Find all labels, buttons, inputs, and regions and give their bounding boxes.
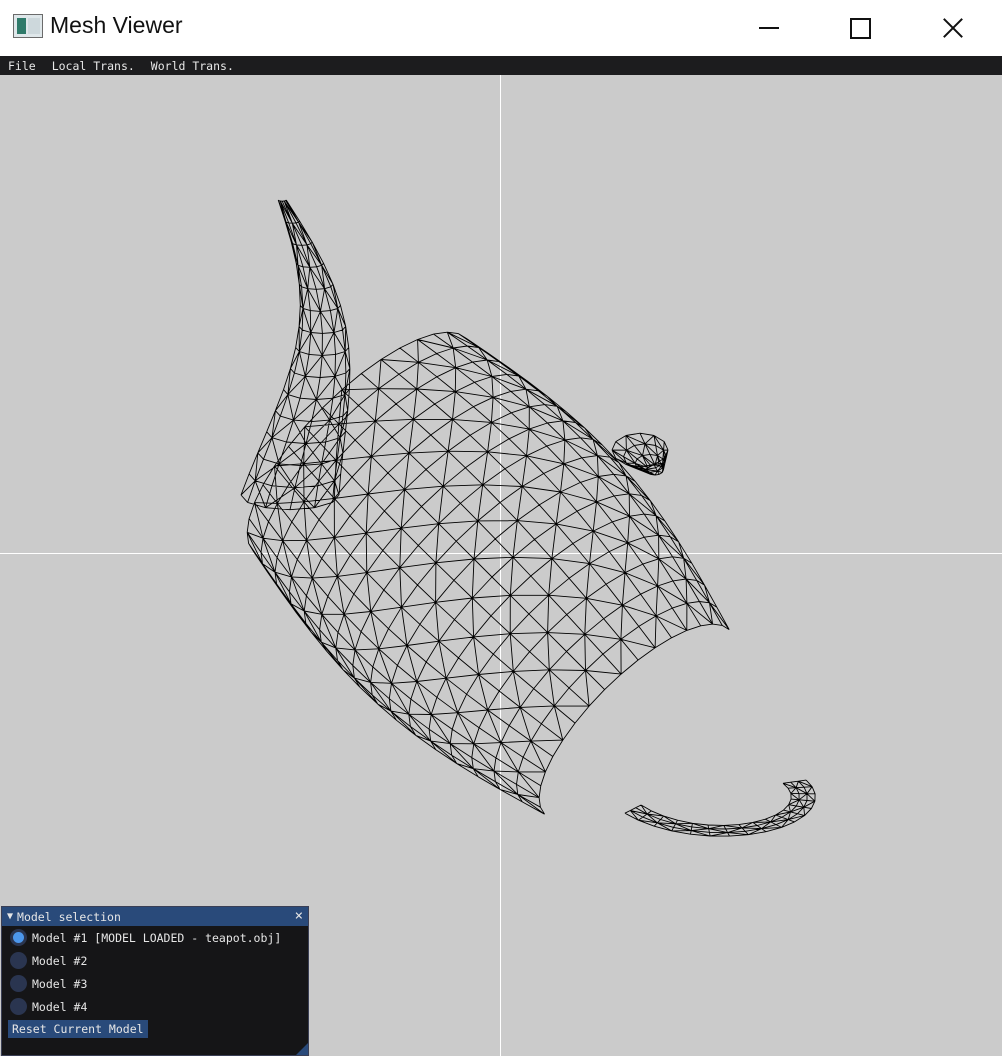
resize-grip-icon[interactable]: [296, 1043, 308, 1055]
title-bar: Mesh Viewer: [0, 0, 1002, 56]
minimize-button[interactable]: [723, 0, 815, 56]
close-button[interactable]: [907, 0, 999, 56]
app-icon-pane: [28, 18, 40, 34]
app-window-icon: [13, 14, 43, 38]
model-option-label: Model #1 [MODEL LOADED - teapot.obj]: [32, 930, 282, 945]
minimize-icon: [759, 27, 779, 29]
window-title: Mesh Viewer: [50, 12, 183, 38]
radio-selected-icon[interactable]: [10, 929, 27, 946]
radio-unselected-icon[interactable]: [10, 975, 27, 992]
model-option-3[interactable]: Model #3: [10, 972, 308, 995]
collapse-triangle-icon[interactable]: ▼: [7, 911, 13, 922]
model-option-2[interactable]: Model #2: [10, 949, 308, 972]
maximize-icon: [849, 17, 871, 39]
panel-header[interactable]: ▼ Model selection ×: [2, 907, 308, 926]
model-option-label: Model #3: [32, 976, 88, 991]
radio-unselected-icon[interactable]: [10, 998, 27, 1015]
mesh-edges: [240, 199, 816, 837]
model-option-1[interactable]: Model #1 [MODEL LOADED - teapot.obj]: [10, 926, 308, 949]
model-selection-panel: ▼ Model selection × Model #1 [MODEL LOAD…: [1, 906, 309, 1056]
reset-current-model-button[interactable]: Reset Current Model: [8, 1020, 148, 1038]
menu-file[interactable]: File: [4, 59, 44, 73]
model-option-label: Model #2: [32, 953, 88, 968]
panel-close-icon[interactable]: ×: [295, 908, 303, 924]
panel-title: Model selection: [17, 909, 121, 924]
menu-bar: File Local Trans. World Trans.: [0, 56, 1002, 75]
model-option-4[interactable]: Model #4: [10, 995, 308, 1018]
model-option-label: Model #4: [32, 999, 88, 1014]
menu-local-trans[interactable]: Local Trans.: [48, 59, 143, 73]
menu-world-trans[interactable]: World Trans.: [147, 59, 242, 73]
app-icon-pane: [17, 18, 26, 34]
radio-unselected-icon[interactable]: [10, 952, 27, 969]
maximize-button[interactable]: [814, 0, 906, 56]
radio-dot: [13, 932, 24, 943]
close-icon: [942, 17, 964, 39]
